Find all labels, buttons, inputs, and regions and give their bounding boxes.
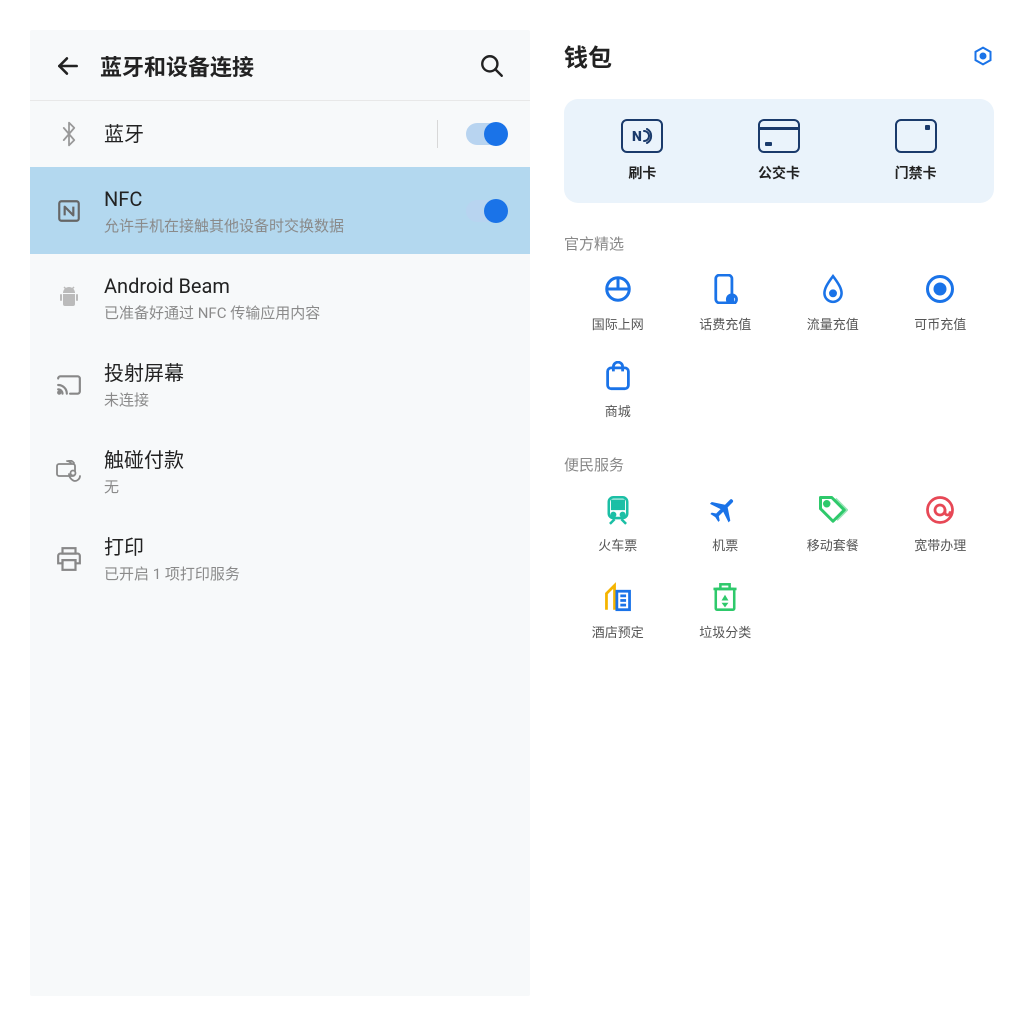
setting-subtitle: 已准备好通过 NFC 传输应用内容 — [104, 302, 506, 323]
setting-bluetooth[interactable]: 蓝牙 — [30, 101, 530, 167]
android-icon — [54, 283, 84, 313]
wallet-header: 钱包 — [564, 38, 994, 73]
card-transit[interactable]: 公交卡 — [758, 119, 800, 183]
item-train[interactable]: 火车票 — [564, 493, 672, 554]
setting-print[interactable]: 打印 已开启 1 项打印服务 — [30, 515, 530, 602]
item-label: 流量充值 — [807, 314, 859, 333]
settings-hex-button[interactable] — [972, 45, 994, 67]
wallet-panel: 钱包 N 刷卡 公交卡 门禁卡 官方精选 国际上 — [530, 0, 1028, 1028]
card-access[interactable]: 门禁卡 — [895, 119, 937, 183]
setting-android-beam[interactable]: Android Beam 已准备好通过 NFC 传输应用内容 — [30, 254, 530, 341]
tag-icon — [816, 493, 850, 527]
bluetooth-toggle[interactable] — [466, 123, 506, 145]
item-broadband[interactable]: 宽带办理 — [887, 493, 995, 554]
item-label: 话费充值 — [699, 314, 751, 333]
train-icon — [601, 493, 635, 527]
transit-card-icon — [758, 119, 800, 153]
card-swipe[interactable]: N 刷卡 — [621, 119, 663, 183]
card-label: 公交卡 — [758, 163, 800, 183]
arrow-left-icon — [55, 53, 81, 79]
item-data-recharge[interactable]: 流量充值 — [779, 272, 887, 333]
setting-title: Android Beam — [104, 272, 506, 300]
settings-panel: 蓝牙和设备连接 蓝牙 NFC 允许手机在接触其他设备时交换数据 Androi — [30, 30, 530, 996]
official-grid: 国际上网 ¥ 话费充值 流量充值 可币充值 商城 — [564, 272, 994, 420]
setting-text: 投射屏幕 未连接 — [104, 359, 506, 410]
bag-icon — [601, 359, 635, 393]
search-icon — [479, 53, 505, 79]
item-mobile-plan[interactable]: 移动套餐 — [779, 493, 887, 554]
setting-subtitle: 未连接 — [104, 389, 506, 410]
recycle-bin-icon — [708, 580, 742, 614]
item-flight[interactable]: 机票 — [672, 493, 780, 554]
item-label: 移动套餐 — [807, 535, 859, 554]
item-phone-recharge[interactable]: ¥ 话费充值 — [672, 272, 780, 333]
setting-text: 触碰付款 无 — [104, 446, 506, 497]
swipe-card-icon: N — [621, 119, 663, 153]
cast-icon — [54, 370, 84, 400]
item-label: 国际上网 — [592, 314, 644, 333]
card-label: 刷卡 — [628, 163, 656, 183]
item-intl-net[interactable]: 国际上网 — [564, 272, 672, 333]
globe-icon — [601, 272, 635, 306]
building-icon — [601, 580, 635, 614]
item-label: 可币充值 — [914, 314, 966, 333]
item-label: 酒店预定 — [592, 622, 644, 641]
setting-title: 蓝牙 — [104, 120, 437, 148]
wallet-title: 钱包 — [564, 38, 612, 73]
setting-text: 蓝牙 — [104, 120, 437, 148]
setting-text: Android Beam 已准备好通过 NFC 传输应用内容 — [104, 272, 506, 323]
settings-title: 蓝牙和设备连接 — [100, 50, 478, 82]
drop-icon — [816, 272, 850, 306]
access-card-icon — [895, 119, 937, 153]
divider — [437, 120, 438, 148]
item-label: 机票 — [712, 535, 738, 554]
item-hotel[interactable]: 酒店预定 — [564, 580, 672, 641]
setting-cast[interactable]: 投射屏幕 未连接 — [30, 341, 530, 428]
services-grid: 火车票 机票 移动套餐 宽带办理 酒店预定 垃圾分类 — [564, 493, 994, 641]
settings-header: 蓝牙和设备连接 — [30, 30, 530, 101]
at-icon — [923, 493, 957, 527]
search-button[interactable] — [478, 52, 506, 80]
item-coin-recharge[interactable]: 可币充值 — [887, 272, 995, 333]
coin-icon — [923, 272, 957, 306]
item-trash[interactable]: 垃圾分类 — [672, 580, 780, 641]
plane-icon — [708, 493, 742, 527]
setting-title: 投射屏幕 — [104, 359, 506, 387]
item-label: 商城 — [605, 401, 631, 420]
section-official-title: 官方精选 — [564, 233, 994, 254]
tap-pay-icon — [54, 457, 84, 487]
section-services-title: 便民服务 — [564, 454, 994, 475]
setting-text: NFC 允许手机在接触其他设备时交换数据 — [104, 185, 456, 236]
setting-subtitle: 允许手机在接触其他设备时交换数据 — [104, 215, 456, 236]
bluetooth-icon — [54, 119, 84, 149]
setting-nfc[interactable]: NFC 允许手机在接触其他设备时交换数据 — [30, 167, 530, 254]
setting-tap-pay[interactable]: 触碰付款 无 — [30, 428, 530, 515]
svg-text:N: N — [632, 129, 642, 144]
setting-subtitle: 无 — [104, 476, 506, 497]
hexagon-icon — [973, 46, 993, 66]
nfc-icon — [54, 196, 84, 226]
card-label: 门禁卡 — [895, 163, 937, 183]
item-label: 宽带办理 — [914, 535, 966, 554]
setting-title: 打印 — [104, 533, 506, 561]
item-label: 垃圾分类 — [699, 622, 751, 641]
setting-title: 触碰付款 — [104, 446, 506, 474]
item-mall[interactable]: 商城 — [564, 359, 672, 420]
nfc-toggle[interactable] — [466, 200, 506, 222]
phone-recharge-icon: ¥ — [708, 272, 742, 306]
wallet-cards-row: N 刷卡 公交卡 门禁卡 — [564, 99, 994, 203]
svg-text:¥: ¥ — [729, 296, 734, 304]
setting-subtitle: 已开启 1 项打印服务 — [104, 563, 506, 584]
setting-text: 打印 已开启 1 项打印服务 — [104, 533, 506, 584]
setting-title: NFC — [104, 185, 456, 213]
print-icon — [54, 544, 84, 574]
back-button[interactable] — [54, 52, 82, 80]
item-label: 火车票 — [598, 535, 637, 554]
